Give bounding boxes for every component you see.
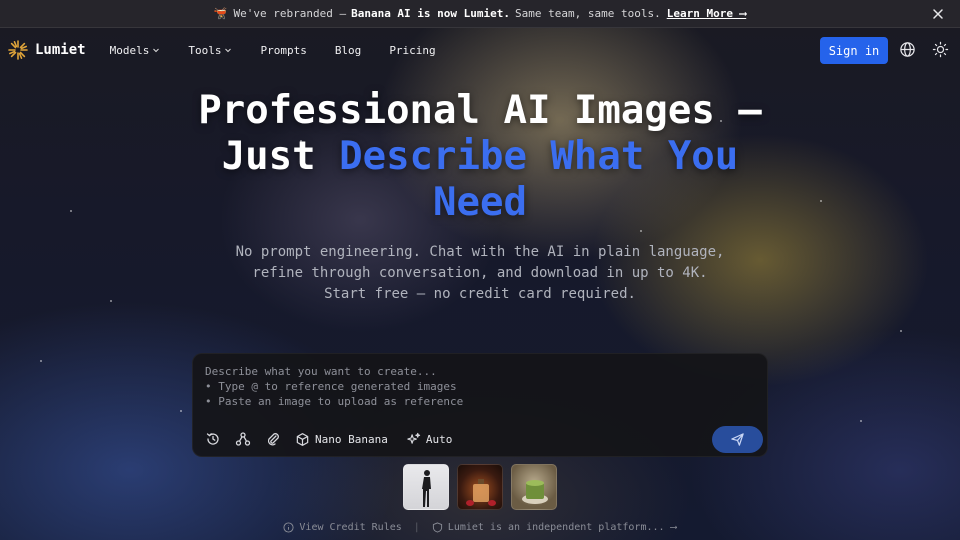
hero-title-line3-highlight: Need: [433, 180, 527, 225]
model-selector[interactable]: Nano Banana: [295, 432, 388, 447]
history-icon: [206, 433, 219, 445]
nav-item-tools[interactable]: Tools: [188, 44, 232, 57]
chevron-down-icon: [225, 48, 232, 53]
credit-rules-label: View Credit Rules: [299, 522, 402, 533]
send-button[interactable]: [712, 426, 763, 453]
announcement-banner: 🫕 We've rebranded — Banana AI is now Lum…: [0, 0, 960, 28]
banner-text-after: Same team, same tools.: [515, 7, 661, 20]
paperclip-icon: [267, 433, 279, 446]
footer-separator: |: [413, 522, 420, 533]
main-menu: Models Tools Prompts Blog Pricing: [110, 44, 464, 57]
share-nodes-button[interactable]: [235, 431, 251, 447]
nav-item-label: Prompts: [260, 43, 307, 57]
perfume-bottle-icon: [466, 479, 496, 506]
nav-item-label: Pricing: [389, 43, 436, 57]
composer-toolbar: Nano Banana Auto: [205, 431, 470, 447]
credit-rules-link[interactable]: View Credit Rules: [283, 522, 402, 533]
hero-title-line2-highlight: Describe What You: [339, 134, 739, 179]
nav-item-blog[interactable]: Blog: [335, 44, 362, 57]
history-button[interactable]: [205, 431, 221, 447]
sign-in-button[interactable]: Sign in: [820, 37, 888, 64]
prompt-input[interactable]: Describe what you want to create... • Ty…: [205, 364, 463, 409]
globe-icon[interactable]: [899, 41, 916, 58]
matcha-drink-icon: [522, 480, 548, 504]
nav-item-pricing[interactable]: Pricing: [389, 44, 435, 57]
example-image-perfume[interactable]: [457, 464, 503, 510]
footer-links: View Credit Rules | Lumiet is an indepen…: [0, 522, 960, 533]
banner-text-before: We've rebranded —: [233, 7, 347, 20]
info-icon: [283, 522, 294, 533]
brand-name: Lumiet: [35, 42, 86, 58]
model-selector-label: Nano Banana: [315, 432, 388, 446]
cube-icon: [296, 432, 309, 446]
mode-selector[interactable]: Auto: [406, 432, 453, 447]
example-thumbnails: [403, 464, 565, 510]
hero-section: Professional AI Images — Just Describe W…: [0, 88, 960, 305]
person-silhouette-icon: [422, 470, 431, 507]
shield-icon: [432, 522, 442, 533]
chevron-down-icon: [153, 48, 160, 53]
example-image-fitness[interactable]: [403, 464, 449, 510]
nav-item-models[interactable]: Models: [110, 44, 161, 57]
banner-learn-more-link[interactable]: Learn More ⟶: [667, 7, 746, 20]
nav-item-label: Tools: [188, 43, 222, 57]
sun-icon[interactable]: [932, 41, 949, 58]
send-icon: [731, 433, 744, 446]
hero-title-line1: Professional AI Images —: [198, 88, 762, 133]
independent-platform-link[interactable]: Lumiet is an independent platform... ⟶: [432, 522, 677, 533]
mode-selector-label: Auto: [425, 432, 453, 446]
sunburst-logo-icon: [8, 40, 28, 60]
hero-title: Professional AI Images — Just Describe W…: [0, 88, 960, 226]
nodes-icon: [235, 432, 251, 446]
close-icon[interactable]: [930, 6, 946, 22]
nav-item-label: Blog: [334, 43, 362, 57]
nav-item-label: Models: [109, 43, 150, 57]
prompt-composer[interactable]: Describe what you want to create... • Ty…: [192, 353, 768, 457]
banner-emoji-icon: 🫕: [213, 7, 228, 20]
nav-item-prompts[interactable]: Prompts: [260, 44, 306, 57]
brand-logo[interactable]: Lumiet: [7, 39, 86, 61]
independent-platform-label: Lumiet is an independent platform... ⟶: [447, 522, 677, 533]
attach-button[interactable]: [265, 431, 281, 447]
hero-title-line2-plain: Just: [221, 134, 316, 179]
banner-highlight: Banana AI is now Lumiet.: [351, 7, 511, 20]
sparkles-icon: [407, 432, 421, 444]
hero-subtitle: No prompt engineering. Chat with the AI …: [235, 244, 725, 302]
top-nav: Lumiet Models Tools Prompts Blog Pricing…: [0, 28, 960, 72]
example-image-drink[interactable]: [511, 464, 557, 510]
